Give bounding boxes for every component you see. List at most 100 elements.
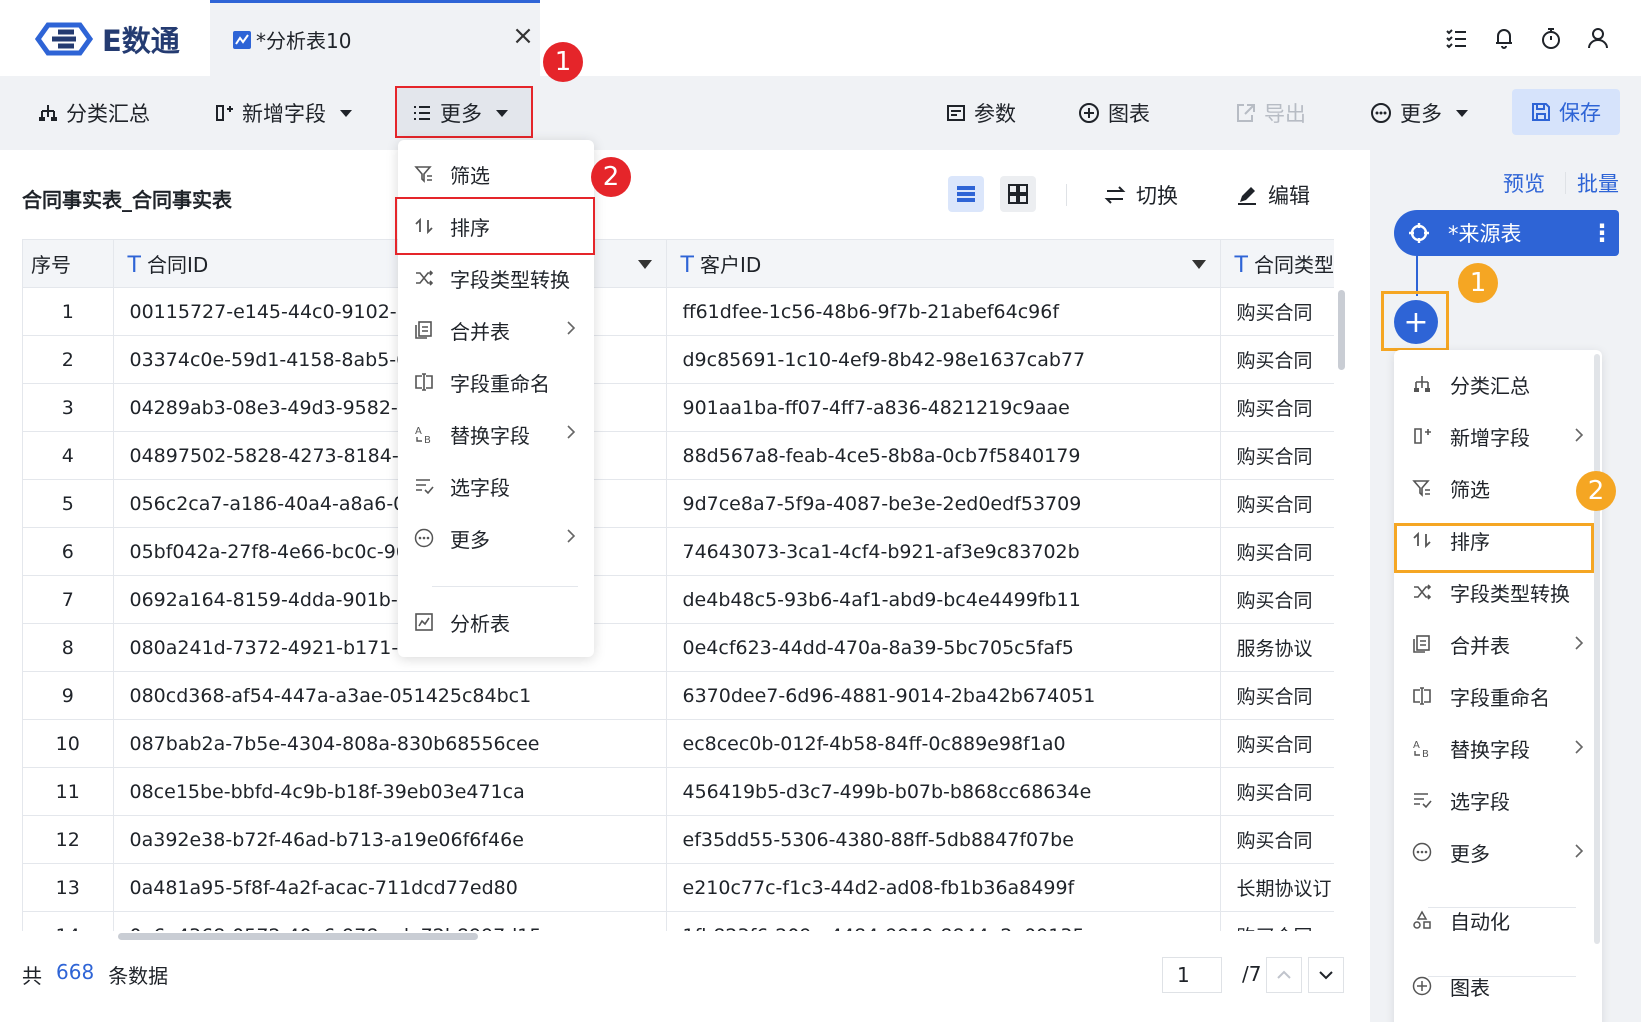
table-row[interactable]: 12 0a392e38-b72f-46ad-b713-a19e06f6f46e ef… <box>23 815 1334 864</box>
cell-contract-id[interactable]: 08ce15be-bbfd-4c9b-b18f-39eb03e471ca <box>113 767 667 816</box>
table-vertical-scrollbar[interactable] <box>1338 290 1345 370</box>
table-row[interactable]: 6 05bf042a-27f8-4e66-bc0c-96 74643073-3ca1… <box>23 527 1334 576</box>
cell-customer-id[interactable]: de4b48c5-93b6-4af1-abd9-bc4e4499fb11 <box>666 575 1221 624</box>
tab-close-icon[interactable]: × <box>510 21 536 51</box>
cell-index[interactable]: 14 <box>23 911 114 931</box>
menu-item-more[interactable]: 更多 <box>398 512 594 564</box>
chart-button[interactable]: 图表 <box>1078 96 1150 130</box>
cell-contract-id[interactable]: 080cd368-af54-447a-a3ae-051425c84bc1 <box>113 671 667 720</box>
cell-index[interactable]: 4 <box>23 431 114 480</box>
edit-button[interactable]: 编辑 <box>1236 180 1310 210</box>
list-check-icon[interactable] <box>1442 24 1470 52</box>
cell-index[interactable]: 9 <box>23 671 114 720</box>
group-summary-button[interactable]: 分类汇总 <box>38 96 150 130</box>
cell-index[interactable]: 1 <box>23 287 114 336</box>
rmenu-item-add-field[interactable]: 新增字段 <box>1394 410 1602 462</box>
node-more-icon[interactable]: ⋮ <box>1590 219 1614 247</box>
cell-index[interactable]: 12 <box>23 815 114 864</box>
list-view-toggle[interactable] <box>948 176 984 212</box>
menu-item-analysis-table[interactable]: 分析表 <box>398 596 594 648</box>
menu-item-type-convert[interactable]: 字段类型转换 <box>398 252 594 304</box>
cell-customer-id[interactable]: 1fb823f6-209a-4484-9919-8844a2a09135 <box>666 911 1221 931</box>
column-header-contract-type[interactable]: T 合同类型 <box>1220 239 1334 288</box>
page-number-input[interactable]: 1 <box>1162 957 1222 993</box>
menu-item-merge-table[interactable]: 合并表 <box>398 304 594 356</box>
rmenu-item-chart[interactable]: 图表 <box>1394 960 1602 1012</box>
cell-contract-type[interactable]: 购买合同 <box>1220 671 1334 720</box>
rmenu-item-select-fields[interactable]: 选字段 <box>1394 774 1602 826</box>
grid-view-toggle[interactable] <box>1000 176 1036 212</box>
cell-customer-id[interactable]: e210c77c-f1c3-44d2-ad08-fb1b36a8499f <box>666 863 1221 912</box>
table-row[interactable]: 1 00115727-e145-44c0-9102-1 ff61dfee-1c56-… <box>23 287 1334 336</box>
table-row[interactable]: 7 0692a164-8159-4dda-901b-4 de4b48c5-93b6-… <box>23 575 1334 624</box>
rmenu-scrollbar[interactable] <box>1594 354 1600 944</box>
add-field-button[interactable]: 新增字段 <box>214 96 352 130</box>
table-row[interactable]: 2 03374c0e-59d1-4158-8ab5-6 d9c85691-1c10-… <box>23 335 1334 384</box>
app-logo[interactable]: E数通 <box>34 18 180 60</box>
menu-item-select-fields[interactable]: 选字段 <box>398 460 594 512</box>
cell-index[interactable]: 7 <box>23 575 114 624</box>
cell-contract-type[interactable]: 购买合同 <box>1220 767 1334 816</box>
cell-contract-id[interactable]: 087bab2a-7b5e-4304-808a-830b68556cee <box>113 719 667 768</box>
cell-contract-type[interactable]: 长期协议订 <box>1220 863 1334 912</box>
menu-item-filter[interactable]: 筛选 <box>398 148 594 200</box>
cell-customer-id[interactable]: 74643073-3ca1-4cf4-b921-af3e9c83702b <box>666 527 1221 576</box>
cell-customer-id[interactable]: ec8cec0b-012f-4b58-84ff-0c889e98f1a0 <box>666 719 1221 768</box>
table-horizontal-scrollbar[interactable] <box>118 933 478 940</box>
export-button[interactable]: 导出 <box>1236 96 1306 130</box>
batch-link[interactable]: 批量 <box>1577 168 1619 198</box>
page-down-button[interactable] <box>1308 957 1344 993</box>
cell-contract-type[interactable]: 购买合同 <box>1220 719 1334 768</box>
cell-customer-id[interactable]: 901aa1ba-ff07-4ff7-a836-4821219c9aae <box>666 383 1221 432</box>
add-node-button[interactable]: + <box>1394 300 1438 344</box>
cell-customer-id[interactable]: 9d7ce8a7-5f9a-4087-be3e-2ed0edf53709 <box>666 479 1221 528</box>
switch-button[interactable]: 切换 <box>1104 180 1178 210</box>
cell-customer-id[interactable]: 0e4cf623-44dd-470a-8a39-5bc705c5faf5 <box>666 623 1221 672</box>
cell-contract-id[interactable]: 0a6a4368-0572-40a6-978e-da72b8997d15 <box>113 911 667 931</box>
cell-contract-type[interactable]: 购买合同 <box>1220 527 1334 576</box>
save-button[interactable]: 保存 <box>1512 89 1620 135</box>
cell-index[interactable]: 11 <box>23 767 114 816</box>
column-header-customer-id[interactable]: T 客户ID <box>666 239 1221 288</box>
rmenu-item-merge-table[interactable]: 合并表 <box>1394 618 1602 670</box>
cell-contract-type[interactable]: 服务协议 <box>1220 623 1334 672</box>
rmenu-item-replace-field[interactable]: AB 替换字段 <box>1394 722 1602 774</box>
menu-item-replace-field[interactable]: AB 替换字段 <box>398 408 594 460</box>
stopwatch-icon[interactable] <box>1537 24 1565 52</box>
cell-customer-id[interactable]: ef35dd55-5306-4380-88ff-5db8847f07be <box>666 815 1221 864</box>
cell-contract-id[interactable]: 0a392e38-b72f-46ad-b713-a19e06f6f46e <box>113 815 667 864</box>
cell-contract-id[interactable]: 0a481a95-5f8f-4a2f-acac-711dcd77ed80 <box>113 863 667 912</box>
cell-customer-id[interactable]: 88d567a8-feab-4ce5-8b8a-0cb7f5840179 <box>666 431 1221 480</box>
table-row[interactable]: 5 056c2ca7-a186-40a4-a8a6-0 9d7ce8a7-5f9a-… <box>23 479 1334 528</box>
rmenu-item-filter[interactable]: 筛选 <box>1394 462 1602 514</box>
more-menu-button[interactable]: 更多 <box>412 96 508 130</box>
cell-index[interactable]: 8 <box>23 623 114 672</box>
rmenu-item-automation[interactable]: 自动化 <box>1394 894 1602 946</box>
table-row[interactable]: 3 04289ab3-08e3-49d3-9582-4 901aa1ba-ff07-… <box>23 383 1334 432</box>
cell-index[interactable]: 5 <box>23 479 114 528</box>
cell-contract-type[interactable]: 购买合同 <box>1220 815 1334 864</box>
cell-customer-id[interactable]: d9c85691-1c10-4ef9-8b42-98e1637cab77 <box>666 335 1221 384</box>
rmenu-item-group-summary[interactable]: 分类汇总 <box>1394 358 1602 410</box>
more-right-button[interactable]: 更多 <box>1370 96 1468 130</box>
cell-index[interactable]: 6 <box>23 527 114 576</box>
table-row[interactable]: 13 0a481a95-5f8f-4a2f-acac-711dcd77ed80 e2… <box>23 863 1334 912</box>
table-row[interactable]: 11 08ce15be-bbfd-4c9b-b18f-39eb03e471ca 45… <box>23 767 1334 816</box>
cell-customer-id[interactable]: 6370dee7-6d96-4881-9014-2ba42b674051 <box>666 671 1221 720</box>
cell-contract-type[interactable]: 购买合同 <box>1220 479 1334 528</box>
cell-contract-type[interactable]: 购买合同 <box>1220 335 1334 384</box>
rmenu-item-more[interactable]: 更多 <box>1394 826 1602 878</box>
menu-item-rename-field[interactable]: 字段重命名 <box>398 356 594 408</box>
cell-contract-type[interactable]: 购买合同 <box>1220 383 1334 432</box>
preview-link[interactable]: 预览 <box>1503 168 1545 198</box>
table-row[interactable]: 8 080a241d-7372-4921-b171-b 0e4cf623-44dd-… <box>23 623 1334 672</box>
cell-contract-type[interactable]: 购买合同 <box>1220 431 1334 480</box>
cell-contract-type[interactable]: 购买合同 <box>1220 911 1334 931</box>
table-row[interactable]: 9 080cd368-af54-447a-a3ae-051425c84bc1 637… <box>23 671 1334 720</box>
bell-icon[interactable] <box>1490 24 1518 52</box>
column-header-index[interactable]: 序号 <box>23 239 114 288</box>
rmenu-item-rename-field[interactable]: 字段重命名 <box>1394 670 1602 722</box>
cell-index[interactable]: 2 <box>23 335 114 384</box>
cell-customer-id[interactable]: 456419b5-d3c7-499b-b07b-b868cc68634e <box>666 767 1221 816</box>
column-dropdown-icon[interactable] <box>1191 260 1206 269</box>
